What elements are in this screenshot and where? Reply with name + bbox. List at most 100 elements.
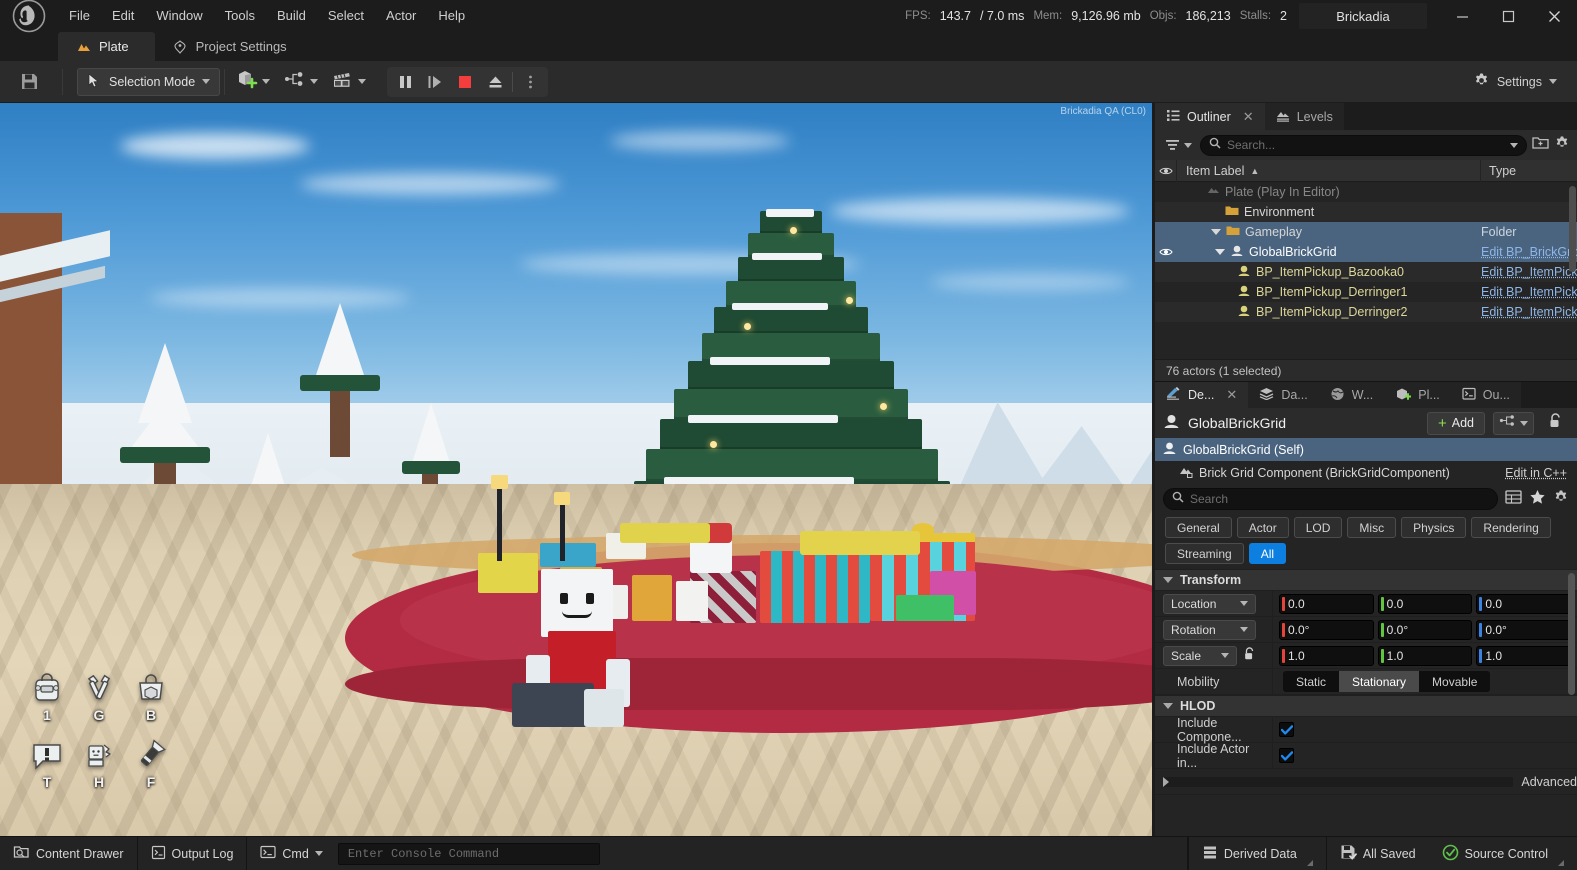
outliner-scrollbar[interactable]: [1569, 186, 1576, 272]
tab-world-settings[interactable]: W...: [1318, 382, 1385, 408]
table-row[interactable]: Plate (Play In Editor): [1155, 182, 1577, 202]
save-icon[interactable]: [0, 61, 58, 103]
close-button[interactable]: [1531, 0, 1577, 32]
tab-output-log[interactable]: Ou...: [1450, 382, 1521, 408]
location-y-field[interactable]: 0.0: [1377, 593, 1473, 614]
expand-arrow-icon[interactable]: [1215, 249, 1225, 255]
mobility-stationary[interactable]: Stationary: [1339, 671, 1420, 692]
add-content-button[interactable]: [229, 66, 277, 98]
table-row[interactable]: Environment: [1155, 202, 1577, 222]
eject-button[interactable]: [480, 67, 510, 97]
rotation-x-field[interactable]: 0.0°: [1279, 619, 1374, 640]
level-viewport[interactable]: Brickadia QA (CL0) 1 G B T H F: [0, 103, 1155, 836]
table-row[interactable]: Gameplay Folder: [1155, 222, 1577, 242]
rotation-y-field[interactable]: 0.0°: [1377, 619, 1473, 640]
category-rendering[interactable]: Rendering: [1471, 517, 1551, 538]
category-actor[interactable]: Actor: [1236, 517, 1289, 538]
tab-outliner[interactable]: Outliner ✕: [1155, 103, 1265, 130]
category-physics[interactable]: Physics: [1401, 517, 1467, 538]
section-hlod[interactable]: HLOD: [1155, 695, 1577, 717]
source-control-button[interactable]: Source Control: [1429, 837, 1577, 870]
cmd-dropdown[interactable]: Cmd: [247, 837, 335, 870]
location-z-field[interactable]: 0.0: [1476, 593, 1572, 614]
table-row[interactable]: BP_ItemPickup_Derringer2 Edit BP_ItemPic…: [1155, 302, 1577, 322]
row-type-cell[interactable]: Edit BP_ItemPick: [1481, 285, 1577, 299]
component-row-brickgrid[interactable]: Brick Grid Component (BrickGridComponent…: [1155, 461, 1577, 484]
pause-button[interactable]: [390, 67, 420, 97]
unreal-logo-icon[interactable]: [0, 0, 58, 33]
property-row-advanced[interactable]: Advanced: [1155, 769, 1577, 795]
content-drawer-button[interactable]: Content Drawer: [0, 836, 138, 870]
menu-item-build[interactable]: Build: [266, 0, 317, 32]
hud-item-wave[interactable]: H: [74, 737, 124, 790]
expand-arrow-icon[interactable]: [1211, 229, 1221, 235]
menu-item-edit[interactable]: Edit: [101, 0, 145, 32]
blueprints-button[interactable]: [277, 66, 325, 98]
tab-place-actors[interactable]: Pl...: [1384, 382, 1451, 408]
column-item-label[interactable]: Item Label ▲: [1177, 159, 1481, 182]
scale-lock-icon[interactable]: [1243, 647, 1256, 664]
scale-x-field[interactable]: 1.0: [1279, 645, 1374, 666]
menu-item-window[interactable]: Window: [145, 0, 213, 32]
chevron-down-icon[interactable]: [1510, 142, 1518, 148]
minimize-button[interactable]: [1439, 0, 1485, 32]
location-x-field[interactable]: 0.0: [1279, 593, 1374, 614]
rotation-dropdown[interactable]: Rotation: [1163, 619, 1256, 640]
star-icon[interactable]: [1529, 489, 1546, 510]
details-search-input[interactable]: Search: [1163, 488, 1498, 510]
hud-item-hammer[interactable]: G: [74, 670, 124, 723]
category-misc[interactable]: Misc: [1347, 517, 1397, 538]
scale-y-field[interactable]: 1.0: [1377, 645, 1473, 666]
hud-item-backpack[interactable]: 1: [22, 670, 72, 723]
close-icon[interactable]: ✕: [1243, 109, 1254, 125]
column-type[interactable]: Type: [1481, 164, 1577, 178]
hud-item-chat[interactable]: T: [22, 737, 72, 790]
mobility-movable[interactable]: Movable: [1419, 671, 1490, 692]
menu-item-file[interactable]: File: [58, 0, 101, 32]
category-general[interactable]: General: [1165, 517, 1232, 538]
tab-plate[interactable]: Plate: [58, 32, 155, 61]
more-options-icon[interactable]: [515, 67, 545, 97]
tab-project-settings[interactable]: Project Settings: [155, 32, 313, 61]
component-row-self[interactable]: GlobalBrickGrid (Self): [1155, 438, 1577, 461]
maximize-button[interactable]: [1485, 0, 1531, 32]
cinematics-button[interactable]: [325, 66, 373, 98]
category-lod[interactable]: LOD: [1293, 517, 1343, 538]
row-type-cell[interactable]: Edit BP_ItemPick: [1481, 265, 1577, 279]
hud-item-bag[interactable]: B: [126, 670, 176, 723]
edit-in-cpp-link[interactable]: Edit in C++: [1505, 466, 1567, 480]
menu-item-actor[interactable]: Actor: [375, 0, 427, 32]
outliner-settings-icon[interactable]: [1554, 135, 1570, 156]
table-row[interactable]: GlobalBrickGrid Edit BP_BrickGrid: [1155, 242, 1577, 262]
row-visibility-toggle[interactable]: [1155, 247, 1177, 257]
add-folder-icon[interactable]: [1532, 135, 1549, 155]
stop-button[interactable]: [450, 67, 480, 97]
outliner-search-input[interactable]: Search...: [1200, 134, 1527, 156]
tab-levels[interactable]: Levels: [1264, 103, 1344, 130]
mobility-static[interactable]: Static: [1283, 671, 1339, 692]
table-row[interactable]: BP_ItemPickup_Derringer1 Edit BP_ItemPic…: [1155, 282, 1577, 302]
rotation-z-field[interactable]: 0.0°: [1476, 619, 1572, 640]
category-streaming[interactable]: Streaming: [1165, 543, 1244, 564]
open-blueprint-button[interactable]: [1493, 411, 1534, 435]
include-component-checkbox[interactable]: [1279, 722, 1294, 737]
location-dropdown[interactable]: Location: [1163, 593, 1256, 614]
row-type-cell[interactable]: Edit BP_BrickGrid: [1481, 245, 1577, 259]
console-command-input[interactable]: Enter Console Command: [337, 842, 600, 865]
section-transform[interactable]: Transform: [1155, 569, 1577, 591]
unlock-icon[interactable]: [1542, 412, 1569, 434]
selection-mode-button[interactable]: Selection Mode: [77, 67, 221, 96]
output-log-button[interactable]: Output Log: [138, 836, 248, 870]
filter-button[interactable]: [1162, 138, 1195, 152]
settings-button[interactable]: Settings: [1465, 67, 1565, 97]
row-type-cell[interactable]: Edit BP_ItemPick: [1481, 305, 1577, 319]
menu-item-tools[interactable]: Tools: [214, 0, 266, 32]
menu-item-select[interactable]: Select: [317, 0, 375, 32]
frame-step-button[interactable]: [420, 67, 450, 97]
tab-data-layers[interactable]: Da...: [1248, 382, 1319, 408]
close-icon[interactable]: ✕: [1226, 387, 1237, 403]
table-row[interactable]: BP_ItemPickup_Bazooka0 Edit BP_ItemPick: [1155, 262, 1577, 282]
grid-view-icon[interactable]: [1505, 489, 1522, 510]
scale-z-field[interactable]: 1.0: [1476, 645, 1572, 666]
derived-data-button[interactable]: Derived Data: [1187, 836, 1327, 870]
